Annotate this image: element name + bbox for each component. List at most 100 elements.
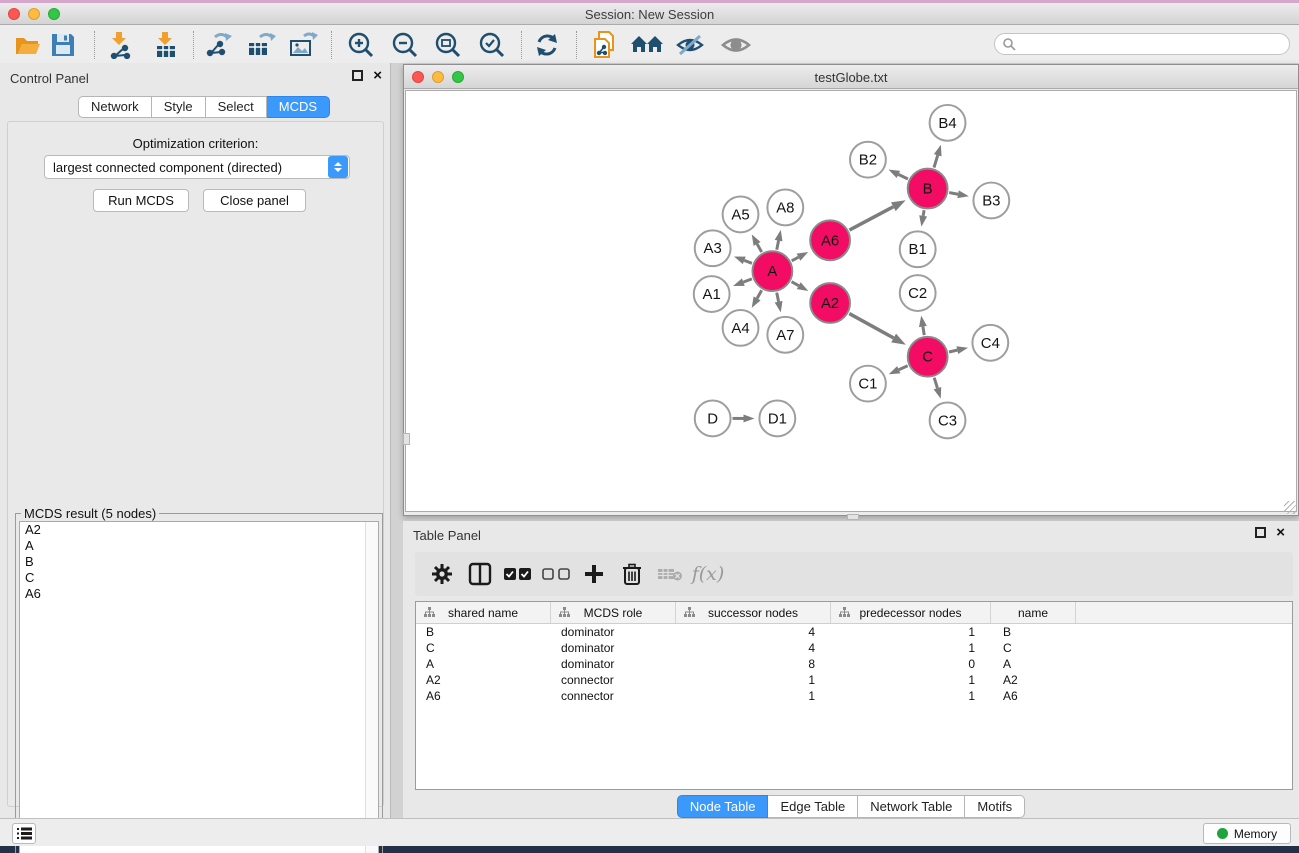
graph-edge-D-D1[interactable] — [733, 414, 755, 422]
splitter-grip-left[interactable] — [403, 433, 410, 445]
close-panel-button[interactable]: Close panel — [203, 189, 306, 212]
column-header[interactable]: name — [991, 602, 1076, 623]
zoom-out-icon[interactable] — [388, 28, 422, 62]
graph-edge-C-C2[interactable] — [919, 316, 927, 335]
tab-style[interactable]: Style — [152, 96, 206, 118]
network-canvas[interactable]: B4B2BB3A8A5A6A3B1AA1C2A2A4A7C4CC1C3DD1 — [405, 90, 1297, 512]
export-network-icon[interactable] — [201, 28, 235, 62]
delete-table-icon[interactable] — [651, 559, 689, 589]
hide-details-eye-icon[interactable] — [673, 28, 707, 62]
open-file-icon[interactable] — [11, 28, 45, 62]
tab-select[interactable]: Select — [206, 96, 267, 118]
window-resize-grip[interactable] — [1284, 501, 1297, 514]
close-panel-icon[interactable]: × — [373, 70, 382, 81]
zoom-in-icon[interactable] — [344, 28, 378, 62]
graph-edge-A-A1[interactable] — [733, 278, 752, 286]
add-column-icon[interactable] — [575, 559, 613, 589]
memory-button[interactable]: Memory — [1203, 823, 1291, 844]
graph-node-A2[interactable]: A2 — [810, 283, 850, 323]
graph-edge-A-A8[interactable] — [775, 230, 783, 250]
split-table-icon[interactable] — [461, 559, 499, 589]
zoom-selected-icon[interactable] — [475, 28, 509, 62]
graph-node-A5[interactable]: A5 — [723, 196, 759, 232]
result-item[interactable]: C — [20, 570, 378, 586]
tab-node-table[interactable]: Node Table — [677, 795, 769, 818]
graph-node-B4[interactable]: B4 — [930, 105, 966, 141]
column-header[interactable]: successor nodes — [676, 602, 831, 623]
function-builder-icon[interactable]: f(x) — [689, 559, 727, 589]
node-table[interactable]: shared nameMCDS rolesuccessor nodesprede… — [415, 601, 1293, 790]
mcds-result-list[interactable]: A2ABCA6 — [19, 521, 379, 853]
run-mcds-button[interactable]: Run MCDS — [93, 189, 189, 212]
tab-edge-table[interactable]: Edge Table — [768, 795, 858, 818]
export-image-icon[interactable] — [286, 28, 320, 62]
tab-network-table[interactable]: Network Table — [858, 795, 965, 818]
deselect-all-icon[interactable] — [537, 559, 575, 589]
table-float-panel-icon[interactable] — [1255, 527, 1266, 538]
graph-edge-B-B1[interactable] — [919, 210, 927, 227]
graph-node-A[interactable]: A — [752, 251, 792, 291]
select-all-icon[interactable] — [499, 559, 537, 589]
birds-eye-icon[interactable] — [719, 28, 753, 62]
graph-edge-A-A2[interactable] — [792, 282, 809, 291]
zoom-fit-icon[interactable] — [431, 28, 465, 62]
splitter-grip-bottom[interactable] — [847, 514, 859, 520]
graph-node-A6[interactable]: A6 — [810, 220, 850, 260]
table-row[interactable]: A2connector11A2 — [416, 672, 1292, 688]
column-header[interactable]: predecessor nodes — [831, 602, 991, 623]
tab-motifs[interactable]: Motifs — [965, 795, 1025, 818]
clone-network-icon[interactable] — [587, 28, 621, 62]
table-row[interactable]: Cdominator41C — [416, 640, 1292, 656]
graph-node-B1[interactable]: B1 — [900, 231, 936, 267]
trash-icon[interactable] — [613, 559, 651, 589]
table-row[interactable]: Adominator80A — [416, 656, 1292, 672]
graph-edge-A2-C[interactable] — [849, 314, 906, 345]
column-header[interactable]: shared name — [416, 602, 551, 623]
graph-node-D[interactable]: D — [695, 401, 731, 437]
result-item[interactable]: A2 — [20, 522, 378, 538]
graph-edge-A-A6[interactable] — [792, 252, 808, 261]
import-table-icon[interactable] — [149, 28, 183, 62]
graph-node-C[interactable]: C — [908, 337, 948, 377]
graph-node-A7[interactable]: A7 — [767, 317, 803, 353]
graph-edge-A-A7[interactable] — [775, 293, 783, 313]
result-item[interactable]: A6 — [20, 586, 378, 602]
result-item[interactable]: A — [20, 538, 378, 554]
import-network-icon[interactable] — [103, 28, 137, 62]
graph-edge-B-B2[interactable] — [889, 170, 908, 179]
tab-mcds[interactable]: MCDS — [267, 96, 330, 118]
graph-node-C3[interactable]: C3 — [930, 403, 966, 439]
search-field[interactable] — [994, 33, 1290, 55]
graph-edge-B-B4[interactable] — [934, 145, 942, 168]
graph-edge-C-C3[interactable] — [934, 378, 942, 399]
export-table-icon[interactable] — [244, 28, 278, 62]
table-row[interactable]: A6connector11A6 — [416, 688, 1292, 704]
graph-node-A4[interactable]: A4 — [723, 310, 759, 346]
task-history-button[interactable] — [12, 823, 36, 844]
graph-node-D1[interactable]: D1 — [759, 401, 795, 437]
graph-node-B[interactable]: B — [908, 169, 948, 209]
graph-node-C2[interactable]: C2 — [900, 275, 936, 311]
graph-node-B2[interactable]: B2 — [850, 142, 886, 178]
graph-edge-C-C4[interactable] — [949, 346, 968, 354]
refresh-view-icon[interactable] — [530, 28, 564, 62]
search-input[interactable] — [1016, 35, 1289, 53]
graph-edge-A-A3[interactable] — [734, 256, 752, 264]
gear-icon[interactable] — [423, 559, 461, 589]
graph-edge-C-C1[interactable] — [889, 366, 908, 374]
column-header[interactable]: MCDS role — [551, 602, 676, 623]
graph-node-C1[interactable]: C1 — [850, 366, 886, 402]
graph-edge-A6-B[interactable] — [849, 200, 905, 230]
graph-node-A1[interactable]: A1 — [694, 276, 730, 312]
graph-node-C4[interactable]: C4 — [972, 325, 1008, 361]
result-scrollbar[interactable] — [365, 522, 378, 853]
graph-edge-A-A4[interactable] — [752, 290, 762, 308]
graph-node-B3[interactable]: B3 — [973, 183, 1009, 219]
graph-edge-A-A5[interactable] — [752, 234, 762, 252]
graph-node-A3[interactable]: A3 — [695, 230, 731, 266]
tab-network[interactable]: Network — [78, 96, 152, 118]
table-row[interactable]: Bdominator41B — [416, 624, 1292, 640]
graph-edge-B-B3[interactable] — [949, 190, 969, 198]
table-close-panel-icon[interactable]: × — [1276, 527, 1285, 538]
save-session-icon[interactable] — [46, 28, 80, 62]
